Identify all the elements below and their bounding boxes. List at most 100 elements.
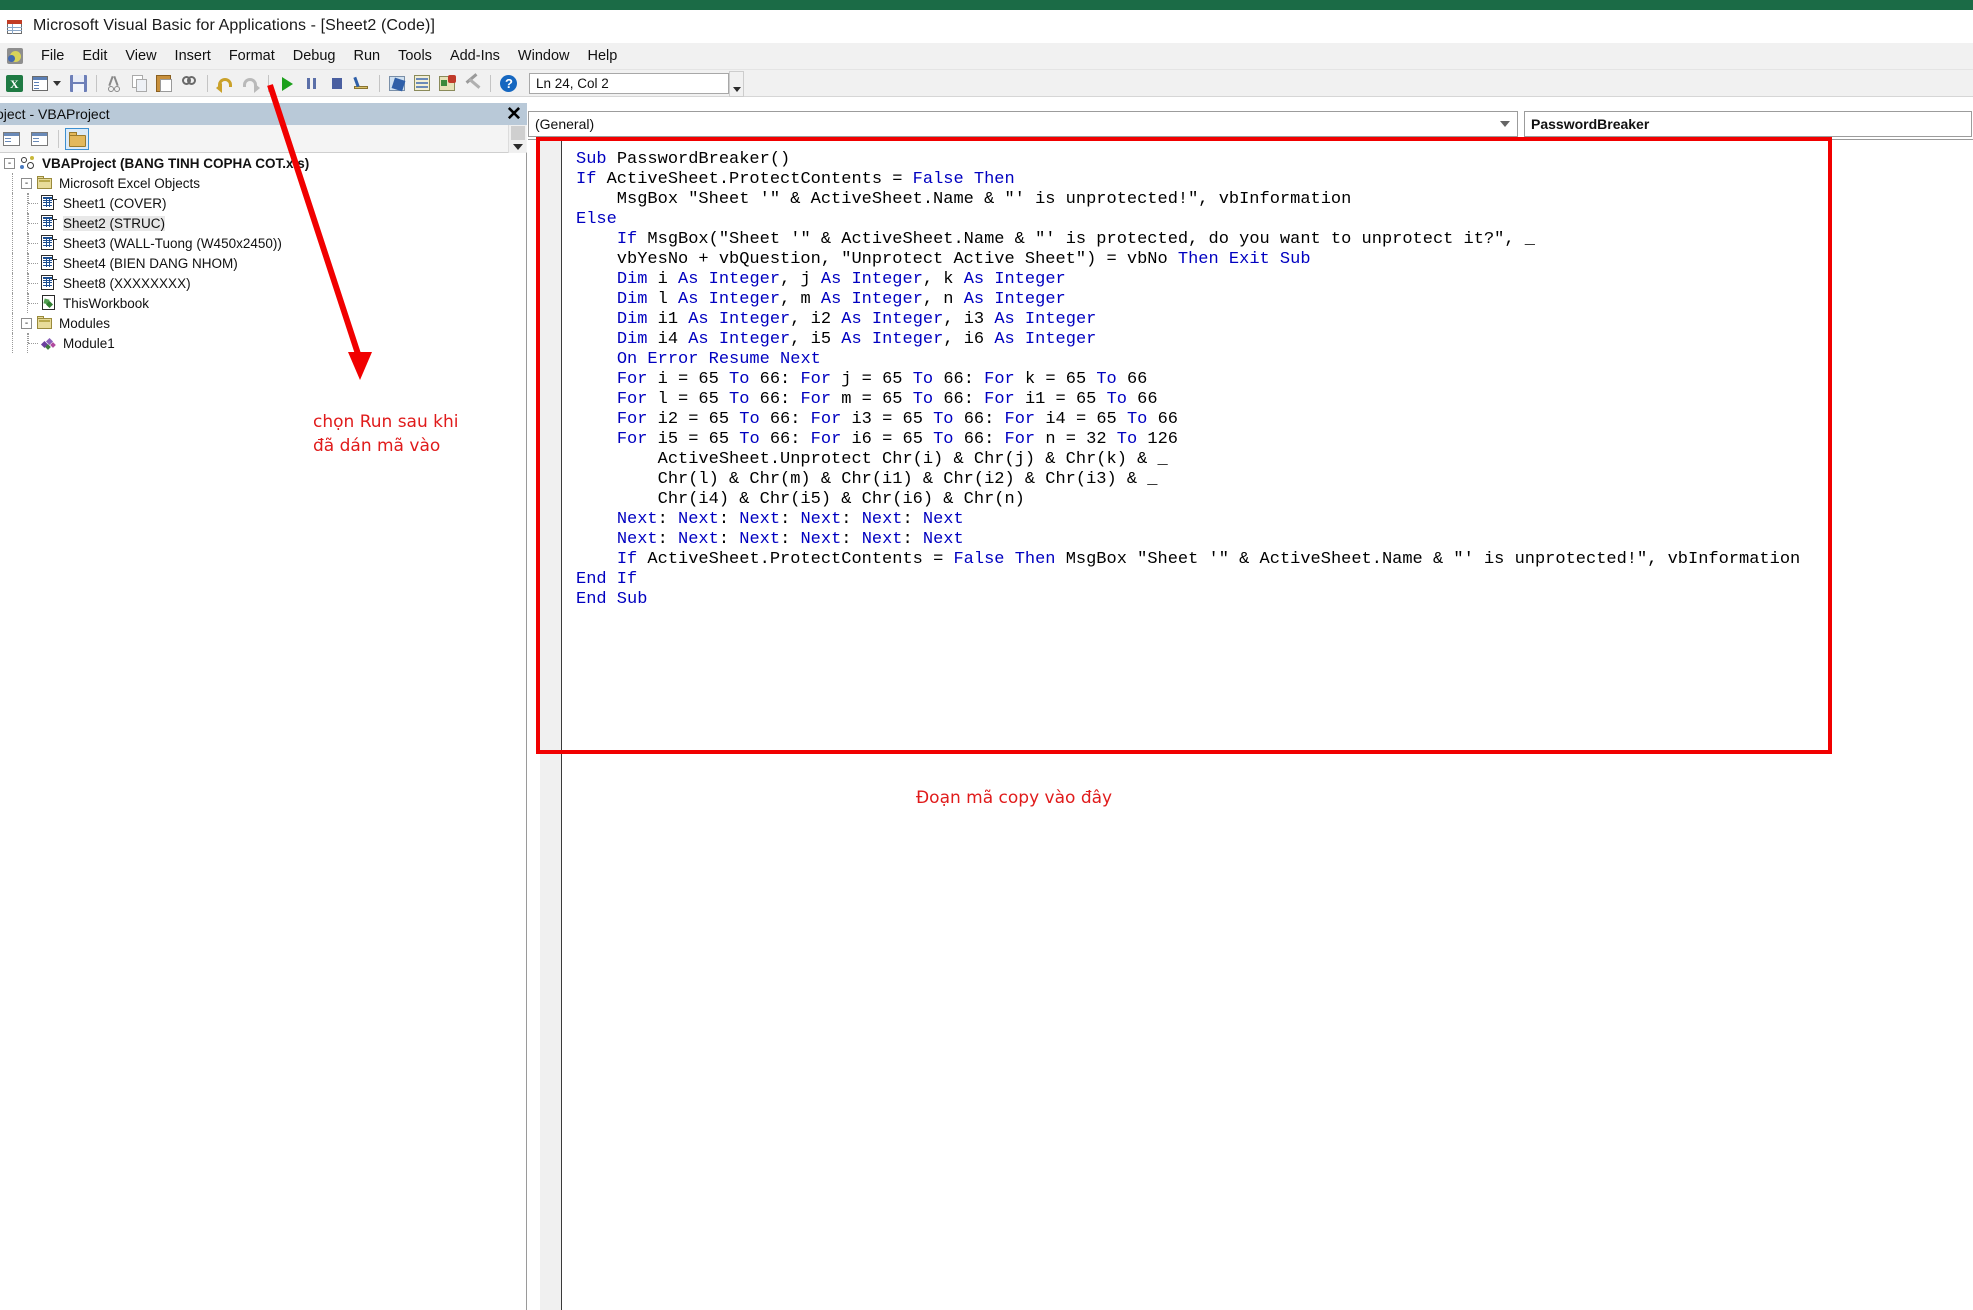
code-line: For i5 = 65 To 66: For i6 = 65 To 66: Fo… [616,430,1178,449]
toggle-folders-icon[interactable] [65,127,89,150]
code-window: (General) PasswordBreaker Sub PasswordBr… [528,103,1973,1310]
copy-icon[interactable] [128,72,151,95]
project-tree: - VBAProject (BANG TINH COPHA COT.xls) - Mi… [0,153,527,353]
code-editor[interactable]: Sub PasswordBreaker() If ActiveSheet.Prot… [528,139,1973,1310]
menu-bar: File Edit View Insert Format Debug Run T… [0,43,1973,70]
chevron-down-icon[interactable] [53,80,61,86]
chevron-down-icon[interactable] [1500,121,1510,127]
folder-icon [37,175,54,191]
redo-icon[interactable] [239,72,262,95]
code-line: End Sub [576,590,648,609]
procedure-dropdown[interactable]: PasswordBreaker [1524,111,1972,137]
position-spin-down[interactable] [729,70,744,97]
menu-window[interactable]: Window [509,44,579,68]
tree-expander-icon[interactable]: - [21,177,32,189]
tree-item[interactable]: Sheet1 (COVER) [0,193,527,213]
code-line: For l = 65 To 66: For m = 65 To 66: For … [616,390,1158,409]
tree-item-label: Module1 [63,335,115,351]
tree-item[interactable]: - VBAProject (BANG TINH COPHA COT.xls) [0,153,527,173]
tree-item[interactable]: Sheet4 (BIEN DANG NHOM) [0,253,527,273]
tree-item-label: Modules [59,315,111,331]
project-explorer-scrollbar[interactable] [508,125,526,153]
object-dropdown[interactable]: (General) [528,111,1518,137]
menu-tools[interactable]: Tools [389,44,441,68]
project-explorer-titlebar: oject - VBAProject ✕ [0,103,527,125]
code-text[interactable]: Sub PasswordBreaker() If ActiveSheet.Prot… [576,150,1800,610]
menu-file[interactable]: File [32,44,73,68]
paste-icon[interactable] [153,72,176,95]
tree-item[interactable]: Module1 [0,333,527,353]
view-object-icon[interactable] [28,128,52,150]
code-margin-indicator-bar [540,140,562,1310]
undo-icon[interactable] [214,72,237,95]
code-line: ActiveSheet.Unprotect Chr(i) & Chr(j) & … [576,450,1168,469]
annotation-run-note: chọn Run sau khi đã dán mã vào [313,412,459,456]
code-line: Dim i1 As Integer, i2 As Integer, i3 As … [616,310,1097,329]
menu-insert[interactable]: Insert [166,44,220,68]
cursor-position-box[interactable]: Ln 24, Col 2 [529,70,744,97]
menu-addins[interactable]: Add-Ins [441,44,509,68]
tree-expander-icon[interactable]: - [4,157,15,169]
run-icon[interactable] [275,72,298,95]
tree-item-label: Microsoft Excel Objects [59,175,201,191]
excel-window-strip [0,0,1973,10]
menu-run[interactable]: Run [344,44,389,68]
save-icon[interactable] [67,72,90,95]
code-line: If MsgBox("Sheet '" & ActiveSheet.Name &… [616,230,1535,249]
object-browser-icon[interactable] [436,72,459,95]
procedure-dropdown-value: PasswordBreaker [1531,116,1650,132]
menu-help[interactable]: Help [579,44,627,68]
view-code-icon[interactable] [0,128,24,150]
object-dropdown-value: (General) [535,116,595,132]
thisworkbook-icon [41,295,58,311]
tree-item[interactable]: Sheet3 (WALL-Tuong (W450x2450)) [0,233,527,253]
sheet-icon [41,195,58,211]
excel-sheet-icon [6,17,25,36]
insert-userform-icon[interactable] [29,72,52,95]
code-line: Next: Next: Next: Next: Next: Next [616,530,964,549]
toolbar-separator [58,129,59,148]
break-icon[interactable] [300,72,323,95]
tree-item-label: Sheet1 (COVER) [63,195,167,211]
tree-item-label: VBAProject (BANG TINH COPHA COT.xls) [42,155,310,171]
cut-icon[interactable] [103,72,126,95]
tree-item-label: Sheet4 (BIEN DANG NHOM) [63,255,238,271]
project-explorer-panel: oject - VBAProject ✕ - VBAProject (BANG T… [0,103,527,1310]
code-line: End If [576,570,638,589]
toolbar-separator [96,74,97,92]
folder-icon [37,315,54,331]
menu-format[interactable]: Format [220,44,284,68]
code-line: On Error Resume Next [616,350,821,369]
module-icon [40,335,58,351]
code-line: Dim l As Integer, m As Integer, n As Int… [616,290,1066,309]
tree-item[interactable]: Sheet8 (XXXXXXXX) [0,273,527,293]
menu-debug[interactable]: Debug [284,44,345,68]
project-explorer-icon[interactable] [386,72,409,95]
close-icon[interactable]: ✕ [501,103,527,125]
properties-window-icon[interactable] [411,72,434,95]
menu-edit[interactable]: Edit [73,44,116,68]
main-toolbar: X ? Ln 24, Col 2 [0,70,1973,97]
view-excel-icon[interactable]: X [4,72,27,95]
toolbox-icon[interactable] [461,72,484,95]
menu-view[interactable]: View [116,44,165,68]
code-line: Sub PasswordBreaker() [576,150,791,169]
tree-item[interactable]: - Modules [0,313,527,333]
vba-app-icon [5,46,26,66]
tree-item-label: Sheet8 (XXXXXXXX) [63,275,191,291]
project-explorer-toolbar [0,125,527,153]
sheet-icon [41,235,58,251]
help-icon[interactable]: ? [497,72,520,95]
design-mode-icon[interactable] [350,72,373,95]
window-titlebar: Microsoft Visual Basic for Applications … [0,10,1973,43]
tree-item[interactable]: ThisWorkbook [0,293,527,313]
find-icon[interactable] [178,72,201,95]
reset-icon[interactable] [325,72,348,95]
tree-item[interactable]: Sheet2 (STRUC) [0,213,527,233]
toolbar-separator [268,74,269,92]
tree-item[interactable]: - Microsoft Excel Objects [0,173,527,193]
tree-expander-icon[interactable]: - [21,317,32,329]
project-explorer-title: oject - VBAProject [0,106,110,122]
sheet-icon [41,275,58,291]
code-line: Chr(i4) & Chr(i5) & Chr(i6) & Chr(n) [576,490,1025,509]
